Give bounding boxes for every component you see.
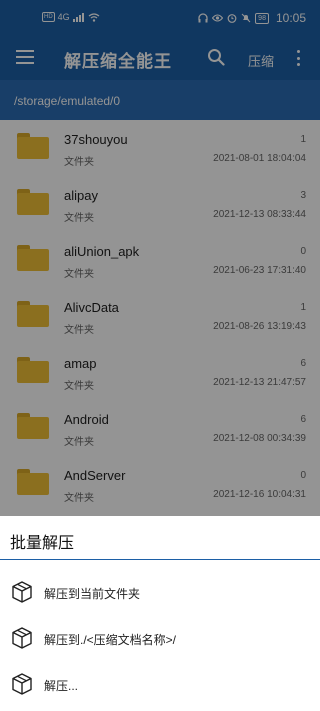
dim-overlay[interactable] (0, 0, 320, 516)
sheet-divider (0, 559, 320, 560)
package-icon (10, 626, 34, 650)
package-icon (10, 580, 34, 604)
extract-option-label: 解压... (44, 679, 79, 693)
extract-option-label: 解压到当前文件夹 (44, 587, 141, 601)
extract-option[interactable]: 解压... (0, 662, 320, 706)
extract-option-label: 解压到./<压缩文档名称>/ (44, 633, 177, 647)
sheet-title: 批量解压 (10, 535, 75, 552)
extract-option[interactable]: 解压到当前文件夹 (0, 570, 320, 614)
batch-extract-sheet: 批量解压 解压到当前文件夹解压到./<压缩文档名称>/ 解压... (0, 516, 320, 711)
package-icon (10, 672, 34, 696)
extract-option[interactable]: 解压到./<压缩文档名称>/ (0, 616, 320, 660)
